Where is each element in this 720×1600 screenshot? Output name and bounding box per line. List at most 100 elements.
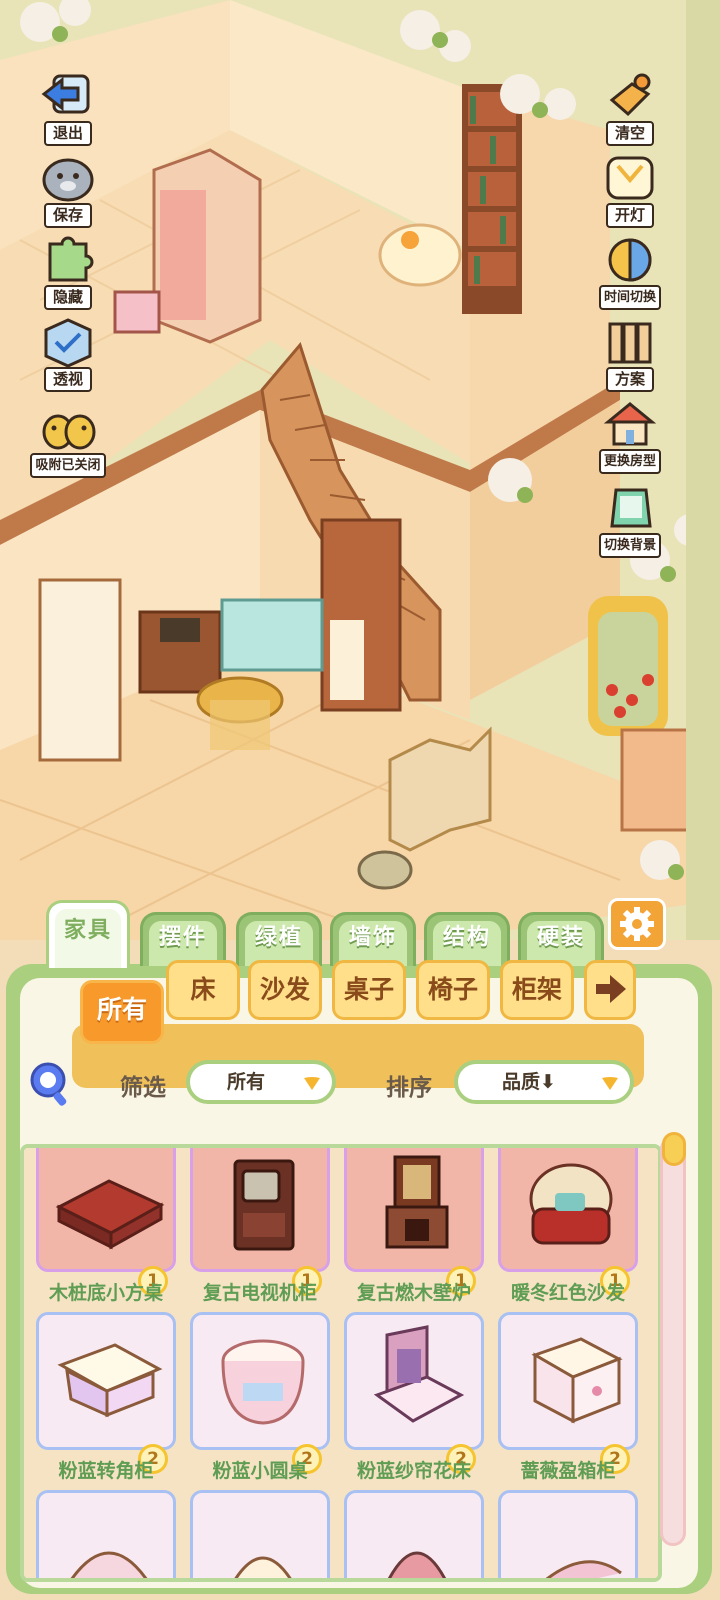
hide-puzzle-icon (48, 236, 94, 282)
subtab-sofa[interactable]: 沙发 (248, 960, 322, 1020)
item-name: 木桩底小方桌 (48, 1282, 163, 1304)
canopy-bed-icon (373, 1325, 465, 1423)
snap-birds-icon (42, 414, 96, 450)
item-name: 暖冬红色沙发 (510, 1282, 625, 1304)
time-switch-label: 时间切换 (598, 285, 661, 310)
perspective-cube-icon (44, 318, 92, 368)
perspective-label: 透视 (43, 367, 92, 392)
subtab-shelf[interactable]: 柜架 (500, 960, 574, 1020)
change-house-type-label: 更换房型 (598, 449, 661, 474)
item-card[interactable] (36, 1490, 176, 1578)
retro-fireplace-icon (385, 1155, 449, 1249)
scheme-label: 方案 (605, 367, 654, 392)
arrow-right-icon (596, 975, 626, 1003)
item-thumbnail (344, 1312, 484, 1450)
subtab-chair[interactable]: 椅子 (416, 960, 490, 1020)
item-grid: 1 木桩底小方桌 1 复古电视机柜 1 复古燃木壁炉 1 暖冬红色沙发 2 粉蓝… (20, 1144, 662, 1582)
item-thumbnail (190, 1312, 330, 1450)
tab-plants[interactable]: 绿植 (236, 912, 322, 966)
item-card[interactable]: 2 粉蓝转角柜 (36, 1312, 176, 1482)
scrollbar-thumb[interactable] (662, 1132, 686, 1166)
clear-broom-icon (609, 73, 651, 117)
scheme-boards-icon (608, 322, 652, 364)
time-switch-button[interactable]: 时间切换 (588, 234, 672, 310)
hamster-save-icon (42, 158, 94, 202)
time-switch-icon (608, 238, 652, 282)
clear-button[interactable]: 清空 (588, 70, 672, 146)
exit-button[interactable]: 退出 (26, 70, 110, 146)
item-card[interactable] (190, 1490, 330, 1578)
item-thumbnail (498, 1148, 638, 1272)
item-card[interactable]: 1 木桩底小方桌 (36, 1148, 176, 1304)
item-card[interactable]: 2 粉蓝小圆桌 (190, 1312, 330, 1482)
tab-furniture[interactable]: 家具 (46, 900, 130, 968)
settings-button[interactable] (608, 898, 666, 950)
rose-chest-icon (531, 1337, 623, 1424)
partial-item-icon (70, 1551, 148, 1578)
item-name: 复古电视机柜 (202, 1282, 317, 1304)
dropdown-arrow-icon (304, 1077, 320, 1090)
clear-label: 清空 (605, 121, 654, 146)
red-armchair-icon (529, 1163, 613, 1245)
hide-button[interactable]: 隐藏 (26, 234, 110, 310)
red-square-table-icon (55, 1179, 165, 1250)
tab-wall-decor[interactable]: 墙饰 (330, 912, 416, 966)
tab-hardware[interactable]: 硬装 (518, 912, 604, 966)
filter-value: 所有 (226, 1071, 265, 1093)
partial-item-icon (234, 1556, 292, 1578)
retro-tv-cabinet-icon (233, 1159, 295, 1251)
filter-dropdown[interactable]: 所有 (186, 1060, 336, 1104)
item-card[interactable]: 1 复古燃木壁炉 (344, 1148, 484, 1304)
subtab-bed[interactable]: 床 (166, 960, 240, 1020)
corner-cabinet-icon (57, 1343, 163, 1418)
background-switch-icon (610, 488, 652, 528)
item-name: 蔷薇盈箱柜 (520, 1460, 616, 1482)
item-card[interactable]: 1 复古电视机柜 (190, 1148, 330, 1304)
item-thumbnail (190, 1148, 330, 1272)
switch-background-label: 切换背景 (598, 533, 661, 558)
tab-structure[interactable]: 结构 (424, 912, 510, 966)
snap-toggle-button[interactable]: 吸附已关闭 (26, 402, 110, 478)
sort-value: 品质⬇ (502, 1071, 556, 1093)
item-thumbnail (36, 1148, 176, 1272)
light-label: 开灯 (605, 203, 654, 228)
item-name: 复古燃木壁炉 (356, 1282, 471, 1304)
item-name: 粉蓝小圆桌 (212, 1460, 308, 1482)
scheme-button[interactable]: 方案 (588, 316, 672, 392)
subtab-all[interactable]: 所有 (80, 980, 164, 1044)
hide-label: 隐藏 (43, 285, 92, 310)
snap-toggle-label: 吸附已关闭 (30, 453, 106, 478)
perspective-button[interactable]: 透视 (26, 316, 110, 392)
tab-ornaments[interactable]: 摆件 (140, 912, 226, 966)
save-label: 保存 (43, 203, 92, 228)
item-thumbnail (36, 1312, 176, 1450)
light-button[interactable]: 开灯 (588, 152, 672, 228)
search-button[interactable] (28, 1058, 72, 1110)
filter-label: 筛选 (120, 1075, 166, 1101)
switch-background-button[interactable]: 切换背景 (588, 482, 672, 558)
item-thumbnail (498, 1490, 638, 1578)
item-card[interactable] (344, 1490, 484, 1578)
scrollbar-track[interactable] (660, 1136, 686, 1546)
partial-item-icon (388, 1551, 446, 1578)
item-thumbnail (498, 1312, 638, 1450)
item-card[interactable]: 1 暖冬红色沙发 (498, 1148, 638, 1304)
item-name: 粉蓝转角柜 (58, 1460, 154, 1482)
dropdown-arrow-icon (602, 1077, 618, 1090)
subtab-table[interactable]: 桌子 (332, 960, 406, 1020)
subtab-next-button[interactable] (584, 960, 636, 1020)
save-button[interactable]: 保存 (26, 152, 110, 228)
sort-dropdown[interactable]: 品质⬇ (454, 1060, 634, 1104)
item-thumbnail (36, 1490, 176, 1578)
item-card[interactable]: 2 粉蓝纱帘花床 (344, 1312, 484, 1482)
item-card[interactable] (498, 1490, 638, 1578)
change-house-type-button[interactable]: 更换房型 (588, 398, 672, 474)
exit-arrow-icon (41, 74, 90, 114)
sort-label: 排序 (386, 1075, 432, 1101)
round-table-icon (221, 1339, 305, 1425)
item-card[interactable]: 2 蔷薇盈箱柜 (498, 1312, 638, 1482)
exit-label: 退出 (43, 121, 92, 146)
item-thumbnail (344, 1148, 484, 1272)
partial-item-icon (545, 1560, 622, 1578)
item-thumbnail (344, 1490, 484, 1578)
